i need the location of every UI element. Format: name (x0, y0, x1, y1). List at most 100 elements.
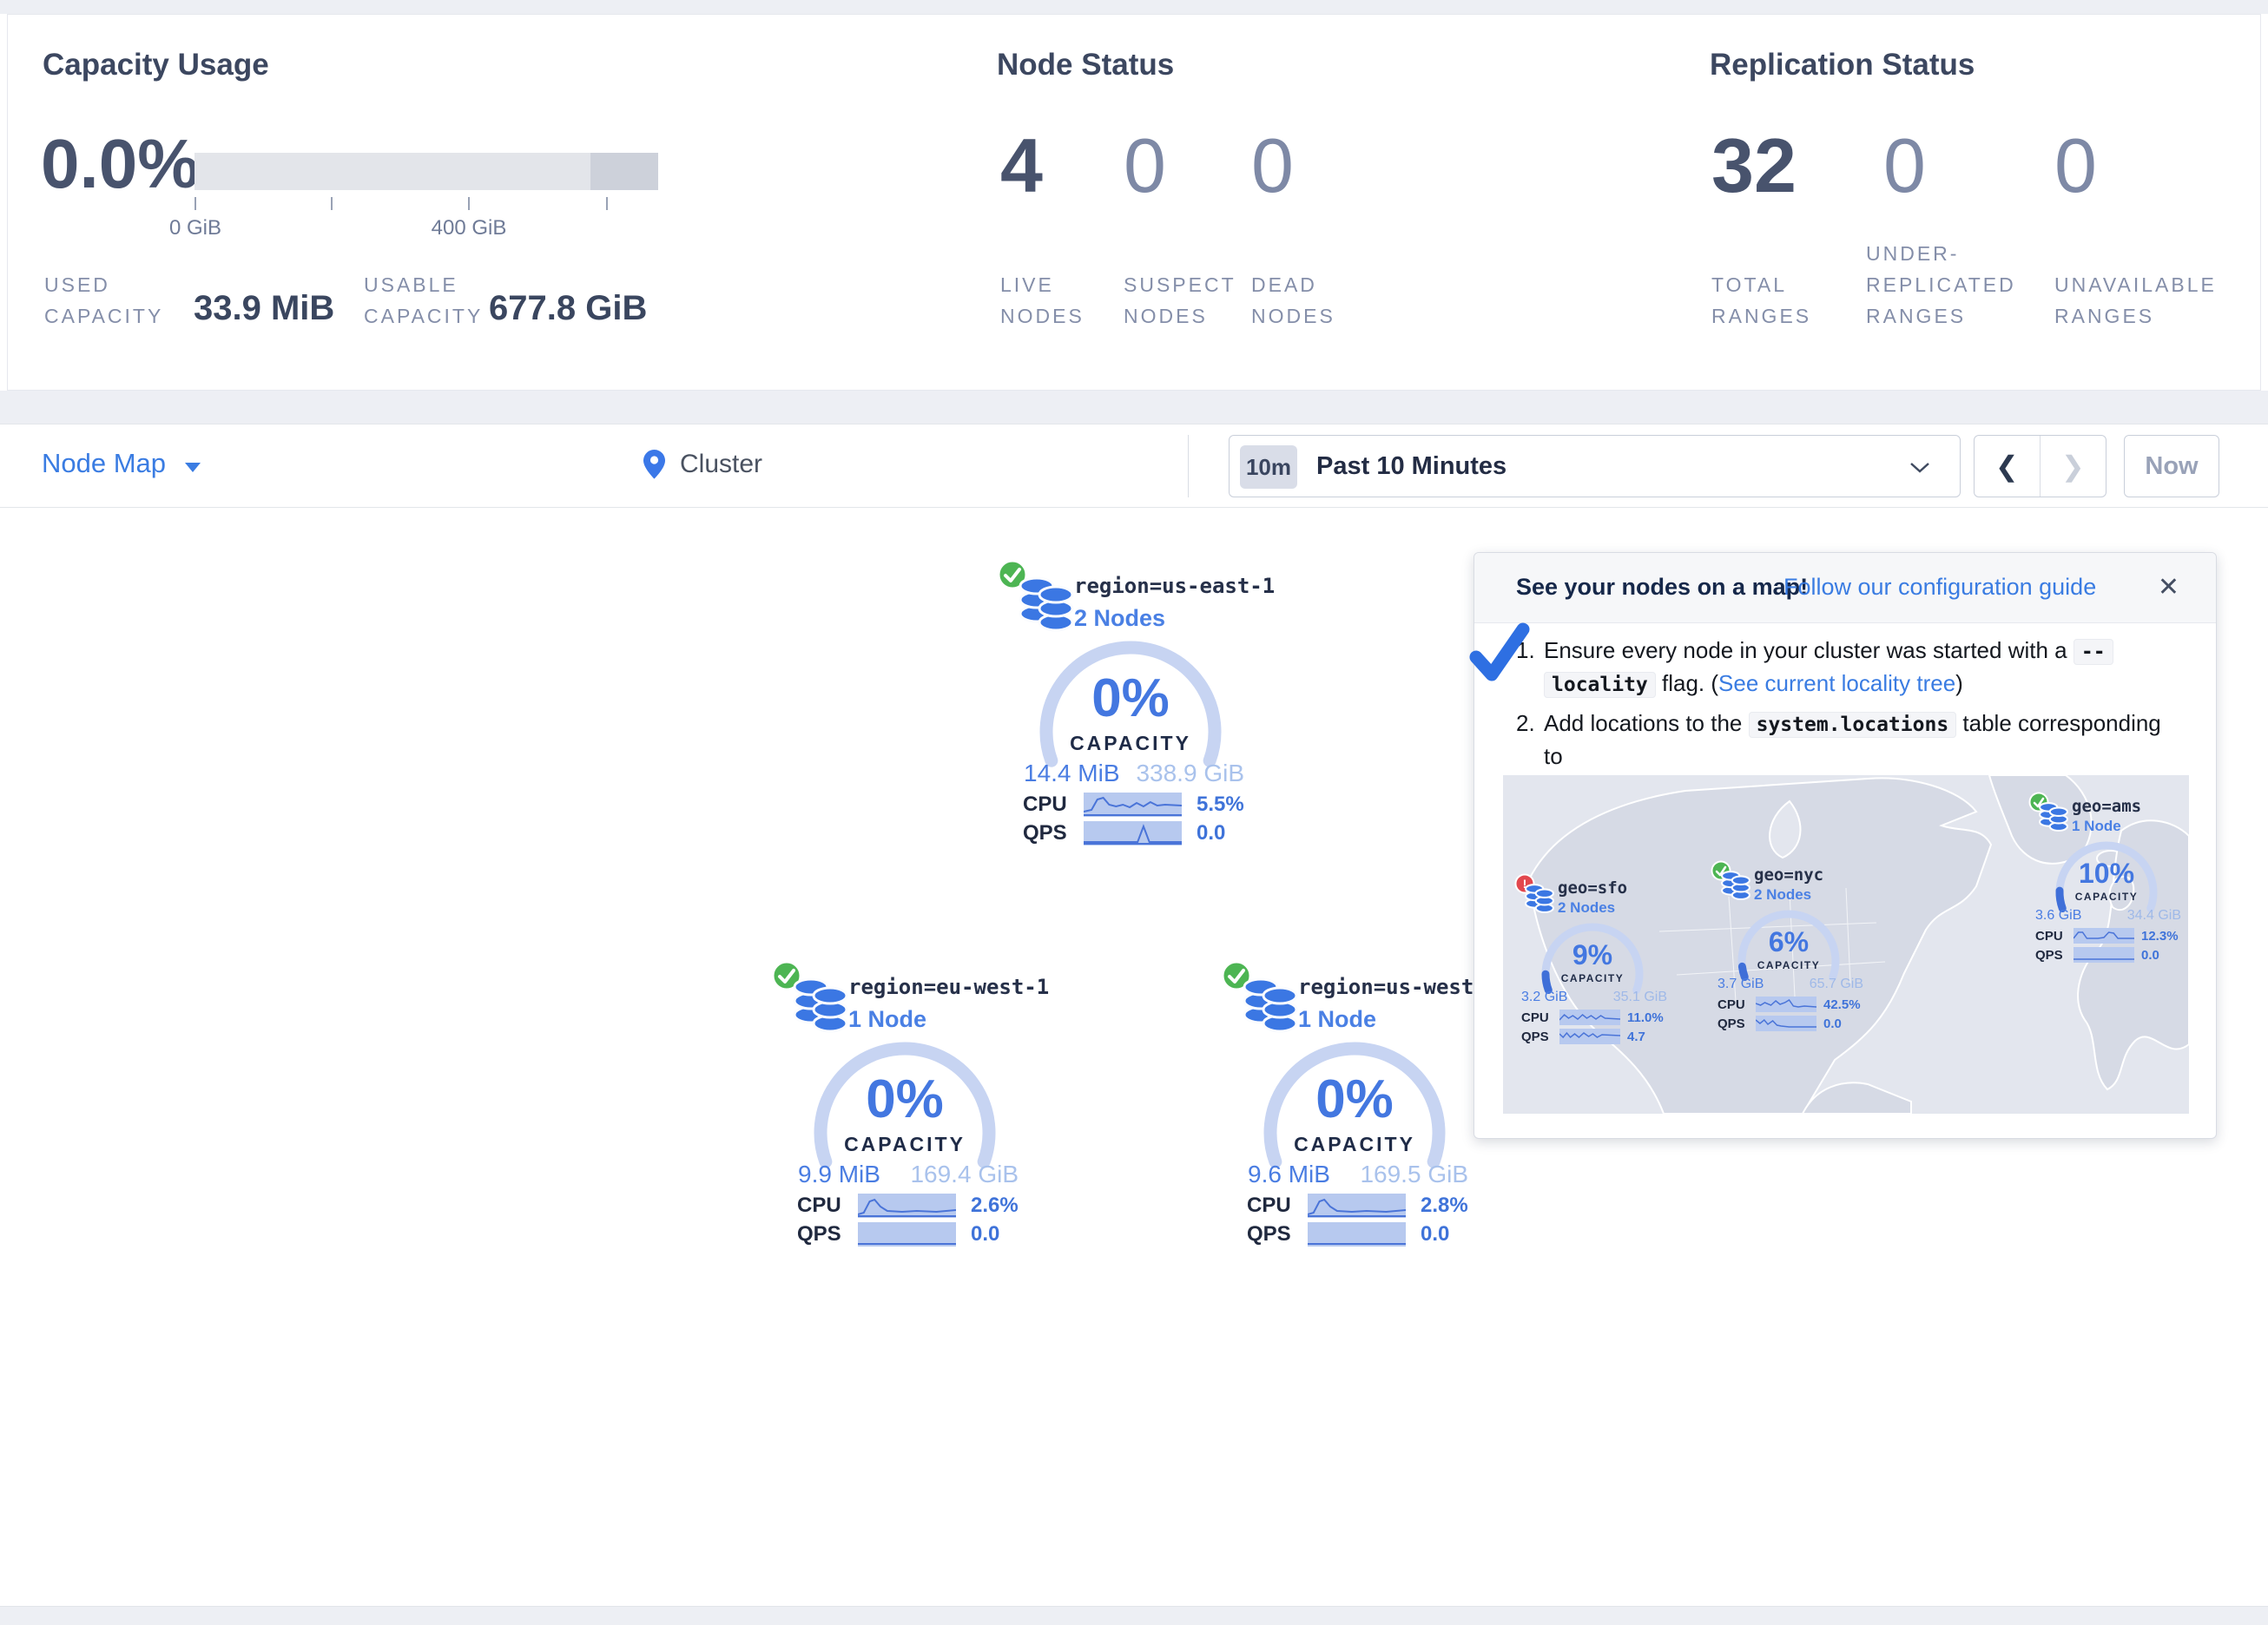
chevron-down-icon (1909, 462, 1930, 473)
dead-nodes-label: DEAD NODES (1251, 269, 1355, 332)
location-pin-icon (643, 449, 666, 480)
total-ranges-count: 32 (1711, 128, 1797, 204)
cpu-sparkline (2074, 928, 2134, 944)
qps-sparkline (2074, 947, 2134, 963)
geo-card-ams[interactable]: geo=ams 1 Node 10% CAPACITY 3.6 GiB 34.4… (2030, 795, 2186, 969)
step-text: Add locations to the (1544, 710, 1749, 736)
cpu-sparkline (1084, 793, 1182, 817)
capacity-tick (606, 197, 608, 210)
cpu-label: CPU (797, 1194, 841, 1218)
region-capacity-percent: 0% (999, 668, 1262, 729)
code-locality-flag-b: locality (1544, 672, 1656, 698)
cpu-label: CPU (1521, 1010, 1549, 1025)
page-top-strip (0, 0, 2268, 14)
qps-sparkline (1559, 1029, 1620, 1044)
geo-nodes-link: 2 Nodes (1754, 886, 1811, 904)
region-total-capacity: 169.4 GiB (910, 1161, 1019, 1188)
geo-capacity-label: CAPACITY (1540, 972, 1645, 984)
breadcrumb-label: Cluster (680, 450, 762, 479)
under-replicated-label: UNDER-REPLICATED RANGES (1866, 238, 2040, 332)
time-range-dropdown[interactable]: 10m Past 10 Minutes (1229, 435, 1961, 497)
cpu-sparkline (858, 1194, 956, 1218)
qps-sparkline (1308, 1222, 1406, 1247)
setup-step-1: 1. Ensure every node in your cluster was… (1516, 635, 2176, 701)
cpu-value: 11.0% (1627, 1010, 1664, 1025)
step-text: flag. ( (1656, 670, 1718, 696)
qps-label: QPS (1521, 1030, 1549, 1044)
time-range-badge: 10m (1240, 445, 1297, 489)
region-nodes-link[interactable]: 1 Node (848, 1006, 926, 1033)
close-icon[interactable]: ✕ (2158, 572, 2179, 602)
cpu-sparkline (1308, 1194, 1406, 1218)
step-done-check-icon (1466, 621, 1532, 687)
cpu-value: 2.8% (1421, 1194, 1468, 1218)
region-locality-label: region=us-west-1 (1298, 975, 1499, 999)
cpu-sparkline (1559, 1010, 1620, 1025)
capacity-bar-other-segment (590, 153, 658, 190)
region-card-us-east-1[interactable]: region=us-east-1 2 Nodes 0% CAPACITY 14.… (999, 567, 1269, 862)
view-selector[interactable]: Node Map (42, 448, 201, 479)
qps-label: QPS (1717, 1016, 1745, 1031)
qps-value: 0.0 (1421, 1222, 1449, 1247)
configuration-guide-link[interactable]: Follow our configuration guide (1783, 574, 2096, 601)
region-capacity-label: CAPACITY (1223, 1133, 1486, 1156)
qps-sparkline (1084, 821, 1182, 845)
page-mid-strip (0, 391, 2268, 424)
database-nodes-icon (1721, 869, 1750, 902)
dead-nodes-count: 0 (1251, 128, 1294, 204)
node-status-title: Node Status (997, 48, 1174, 82)
unavailable-ranges-label: UNAVAILABLE RANGES (2054, 269, 2263, 332)
step-number: 2. (1516, 707, 1535, 739)
region-card-us-west-1[interactable]: region=us-west-1 1 Node 0% CAPACITY 9.6 … (1223, 968, 1493, 1263)
qps-sparkline (1756, 1016, 1816, 1031)
time-range-label: Past 10 Minutes (1316, 452, 1507, 481)
qps-label: QPS (1247, 1222, 1291, 1247)
geo-total-capacity: 34.4 GiB (2127, 908, 2181, 924)
qps-label: QPS (797, 1222, 841, 1247)
database-nodes-icon (793, 975, 848, 1036)
cpu-value: 5.5% (1197, 793, 1244, 817)
region-total-capacity: 169.5 GiB (1360, 1161, 1468, 1188)
database-nodes-icon (1525, 882, 1554, 915)
time-forward-button[interactable]: ❯ (2041, 436, 2106, 497)
geo-capacity-label: CAPACITY (1737, 959, 1841, 971)
geo-card-nyc[interactable]: geo=nyc 2 Nodes 6% CAPACITY 3.7 GiB 65.7… (1712, 864, 1869, 1037)
cpu-label: CPU (1717, 997, 1745, 1012)
database-nodes-icon (1243, 975, 1298, 1036)
qps-value: 0.0 (1823, 1016, 1842, 1031)
map-toolbar: Node Map Cluster 10m Past 10 Minutes ❮ ❯… (0, 424, 2268, 508)
database-nodes-icon (2039, 800, 2068, 833)
breadcrumb[interactable]: Cluster (643, 437, 762, 492)
region-capacity-label: CAPACITY (774, 1133, 1036, 1156)
region-nodes-link[interactable]: 1 Node (1298, 1006, 1376, 1033)
suspect-nodes-label: SUSPECT NODES (1124, 269, 1245, 332)
time-back-button[interactable]: ❮ (1975, 436, 2041, 497)
region-nodes-link[interactable]: 2 Nodes (1074, 605, 1165, 632)
geo-card-sfo[interactable]: ! geo=sfo 2 Nodes 9% CAPACITY 3.2 GiB 35… (1516, 877, 1672, 1050)
region-card-eu-west-1[interactable]: region=eu-west-1 1 Node 0% CAPACITY 9.9 … (774, 968, 1043, 1263)
qps-value: 0.0 (1197, 821, 1225, 845)
view-selector-label: Node Map (42, 448, 166, 478)
geo-used-capacity: 3.6 GiB (2035, 908, 2081, 924)
qps-label: QPS (2035, 948, 2063, 963)
geo-locality-label: geo=ams (2072, 797, 2141, 816)
code-system-locations: system.locations (1749, 712, 1957, 738)
capacity-bar (194, 153, 658, 190)
region-locality-label: region=eu-west-1 (848, 975, 1049, 999)
capacity-tick (194, 197, 196, 210)
usable-capacity-value: 677.8 GiB (489, 289, 647, 328)
locality-tree-link[interactable]: See current locality tree (1718, 670, 1955, 696)
live-nodes-label: LIVE NODES (1000, 269, 1104, 332)
geo-capacity-label: CAPACITY (2054, 891, 2159, 903)
region-capacity-label: CAPACITY (999, 732, 1262, 755)
under-replicated-count: 0 (1883, 128, 1926, 204)
region-locality-label: region=us-east-1 (1074, 574, 1275, 598)
now-button[interactable]: Now (2124, 435, 2219, 497)
cpu-label: CPU (2035, 929, 2063, 944)
capacity-tick-label-0: 0 GiB (169, 216, 221, 240)
region-used-capacity: 9.9 MiB (798, 1161, 880, 1188)
live-nodes-count: 4 (1000, 128, 1043, 204)
geo-locality-label: geo=sfo (1558, 878, 1627, 898)
qps-value: 4.7 (1627, 1030, 1645, 1044)
caret-down-icon (185, 463, 201, 472)
